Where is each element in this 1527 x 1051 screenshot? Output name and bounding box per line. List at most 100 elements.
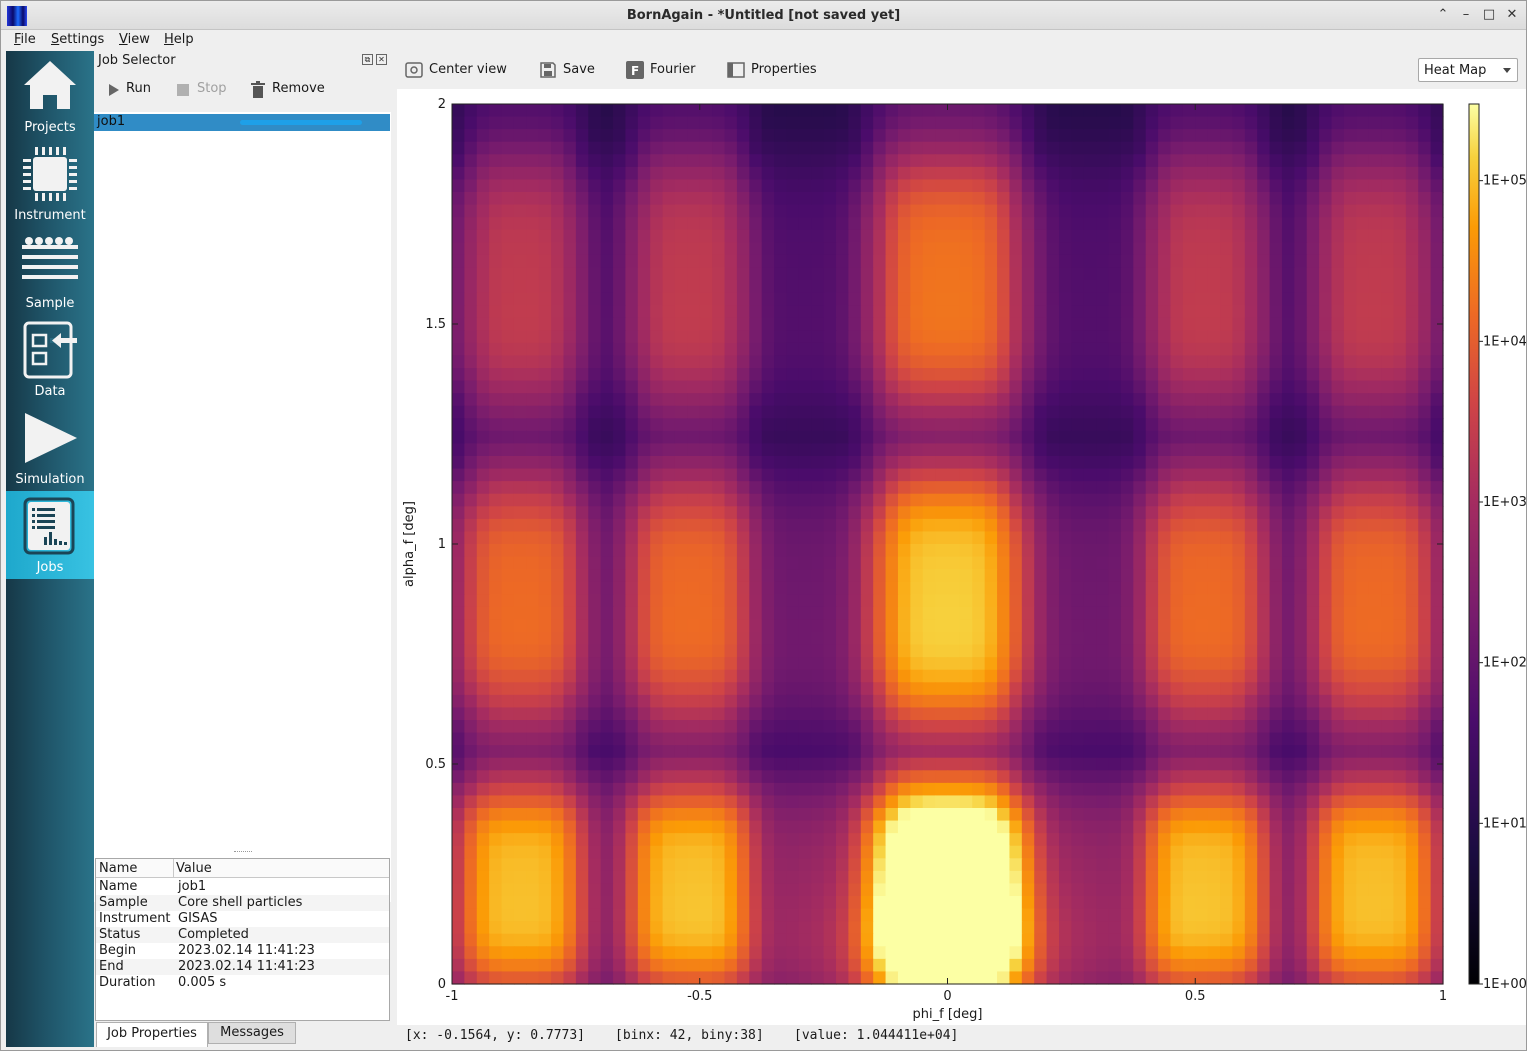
heatmap-cell [1046,720,1060,734]
splitter-handle[interactable] [234,851,252,853]
heatmap-cell [650,166,664,181]
float-panel-icon[interactable]: ⧉ [362,54,373,65]
properties-button[interactable]: Properties [727,61,822,79]
heatmap-cell [637,619,651,633]
menu-help[interactable]: Help [164,32,194,47]
heatmap-cell [873,795,887,809]
stop-button[interactable]: Stop [176,80,236,100]
column-header-value[interactable]: Value [176,861,212,876]
heatmap-cell [712,669,726,683]
heatmap-cell [848,204,862,218]
heatmap-cell [575,330,589,344]
heatmap-cell [1009,280,1023,294]
menu-settings[interactable]: Settings [51,32,104,47]
heatmap-cell [860,632,874,646]
heatmap-cell [625,594,639,608]
heatmap-cell [1220,833,1234,847]
close-window-icon[interactable]: ✕ [1504,7,1520,23]
heatmap-cell [526,292,540,306]
fourier-button[interactable]: F Fourier [626,61,698,79]
minimize-window-icon[interactable]: – [1458,7,1474,23]
heatmap-cell [761,569,775,583]
presentation-type-select[interactable]: Heat Map [1418,58,1518,82]
heatmap-cell [687,732,701,746]
table-row[interactable]: Begin 2023.02.14 11:41:23 [96,943,389,959]
heatmap-cell [736,682,750,696]
heatmap-cell [1021,833,1035,847]
heatmap-cell [489,694,503,709]
run-button[interactable]: Run [108,80,168,100]
table-row[interactable]: Duration 0.005 s [96,975,389,991]
table-row[interactable]: Status Completed [96,927,389,943]
heatmap-cell [736,393,750,407]
heatmap-cell [1108,443,1122,457]
remove-button[interactable]: Remove [251,80,331,100]
table-row[interactable]: Name job1 [96,879,389,895]
heatmap-cell [637,581,651,595]
maximize-window-icon[interactable]: □ [1481,7,1497,23]
heatmap-cell [1405,606,1419,621]
heatmap-cell [897,154,911,168]
job-list[interactable]: job1 [94,112,391,902]
heatmap-cell [613,380,627,394]
close-panel-icon[interactable]: ✕ [376,54,387,65]
heatmap-cell [1393,468,1407,482]
heatmap-cell [600,292,614,306]
heatmap-cell [1158,820,1172,834]
heatmap-cell [761,405,775,419]
menu-view[interactable]: View [119,32,150,47]
heatmap-cell [551,493,565,507]
heatmap-cell [1244,368,1258,382]
window-title: BornAgain - *Untitled [not saved yet] [626,8,901,23]
heatmap-cell [885,858,899,872]
heatmap-cell [774,481,788,495]
heatmap-cell [1368,757,1382,771]
save-button[interactable]: Save [539,61,599,79]
heatmap-cell [1405,342,1419,357]
play-icon [109,84,119,96]
heatmap-cell [984,732,998,746]
heatmap-cell [575,870,589,885]
heatmap-cell [786,757,800,771]
heatmap-cell [1182,782,1196,797]
heatmap-cell [749,657,763,671]
column-header-name[interactable]: Name [99,861,137,876]
tab-job-properties[interactable]: Job Properties [96,1022,208,1047]
heatmap-cell [860,619,874,633]
sidebar-item-sample[interactable]: Sample [6,227,94,315]
heatmap-cell [885,581,899,595]
heatmap-plot[interactable]: -1 -0.5 0 0.5 1 0 0.5 1 1.5 2 phi_f [deg] alpha_f… [397,89,1526,1025]
heatmap-cell [476,481,490,495]
heatmap-cell [959,166,973,181]
table-row[interactable]: Instrument GISAS [96,911,389,927]
heatmap-cell [1120,820,1134,834]
heatmap-cell [761,104,775,118]
heatmap-cell [947,229,961,243]
center-view-button[interactable]: Center view [405,61,515,79]
sidebar-item-simulation[interactable]: Simulation [6,403,94,491]
heatmap-cell [1195,430,1209,445]
heatmap-cell [1145,581,1159,595]
tab-messages[interactable]: Messages [208,1022,296,1044]
menu-file[interactable]: File [14,32,36,47]
heatmap-cell [1319,380,1333,394]
heatmap-cell [650,456,664,470]
title-bar[interactable]: BornAgain - *Untitled [not saved yet] ⌃ … [1,1,1526,30]
heatmap-cell [1393,481,1407,495]
heatmap-cell [1170,204,1184,218]
heatmap-cell [1418,217,1432,231]
heatmap-cell [526,204,540,218]
table-row[interactable]: Sample Core shell particles [96,895,389,911]
list-item[interactable]: job1 [94,114,390,131]
sidebar-item-instrument[interactable]: Instrument [6,139,94,227]
shade-window-icon[interactable]: ⌃ [1435,7,1451,23]
sidebar-item-data[interactable]: Data [6,315,94,403]
sidebar-item-jobs[interactable]: Jobs [6,491,94,579]
heatmap-svg[interactable]: -1 -0.5 0 0.5 100.511.52 phi_f [deg] alpha_f… [397,89,1526,1025]
heatmap-cell [513,192,527,206]
heatmap-cell [588,280,602,294]
heatmap-cell [1244,569,1258,583]
sidebar-item-projects[interactable]: Projects [6,51,94,139]
table-row[interactable]: End 2023.02.14 11:41:23 [96,959,389,975]
heatmap-cell [997,267,1011,281]
